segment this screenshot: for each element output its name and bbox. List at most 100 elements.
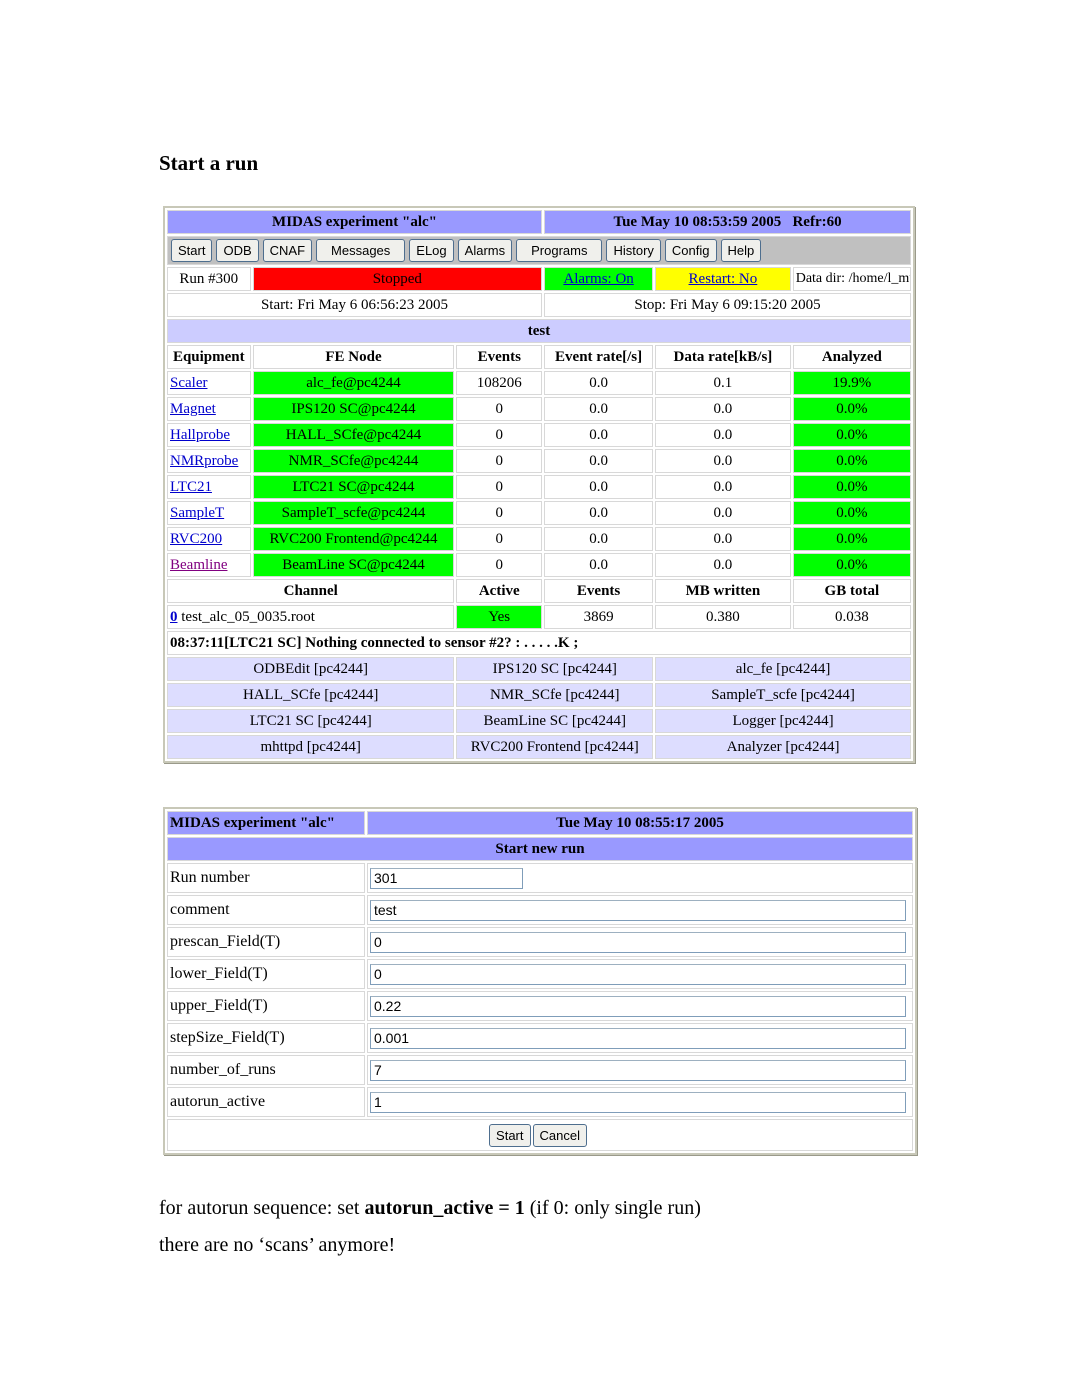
equipment-link[interactable]: Beamline bbox=[170, 557, 227, 573]
channel-cell: 0 test_alc_05_0035.root bbox=[167, 605, 455, 629]
start-subtitle: Start new run bbox=[167, 837, 913, 861]
run-number: Run #300 bbox=[167, 267, 251, 291]
clients-row: LTC21 SC [pc4244] BeamLine SC [pc4244] Log… bbox=[167, 709, 911, 733]
events: 0 bbox=[456, 475, 543, 499]
alarms-status[interactable]: Alarms: On bbox=[544, 267, 654, 291]
client-name: ODBEdit [pc4244] bbox=[167, 657, 455, 681]
analyzed: 0.0% bbox=[792, 501, 911, 525]
data-rate: 0.0 bbox=[655, 553, 791, 577]
client-name: BeamLine SC [pc4244] bbox=[456, 709, 654, 733]
column-header: Channel bbox=[167, 579, 455, 603]
lower-field-t-input[interactable] bbox=[370, 963, 906, 985]
upper-field-t-input[interactable] bbox=[370, 995, 906, 1017]
client-name: Logger [pc4244] bbox=[655, 709, 911, 733]
channel-header-row: Channel Active Events MB written GB tota… bbox=[167, 579, 911, 603]
data-dir: Data dir: /home/l_musr_alc/exp/alc/ bbox=[792, 267, 911, 291]
data-rate: 0.0 bbox=[655, 397, 791, 421]
equipment-link[interactable]: Hallprobe bbox=[170, 427, 230, 443]
events: 0 bbox=[456, 527, 543, 551]
column-header: Analyzed bbox=[792, 345, 911, 369]
note-line-1: for autorun sequence: set autorun_active… bbox=[159, 1197, 701, 1220]
channel-file: test_alc_05_0035.root bbox=[177, 608, 315, 625]
clients-row: mhttpd [pc4244] RVC200 Frontend [pc4244] A… bbox=[167, 735, 911, 759]
equipment-cell: Hallprobe bbox=[167, 423, 251, 447]
equipment-link[interactable]: Scaler bbox=[170, 375, 207, 391]
event-rate: 0.0 bbox=[544, 527, 654, 551]
restart-link[interactable]: Restart: No bbox=[689, 271, 758, 287]
elog-button[interactable]: ELog bbox=[409, 239, 454, 262]
start-experiment-title: MIDAS experiment "alc" bbox=[167, 811, 365, 835]
data-rate: 0.0 bbox=[655, 527, 791, 551]
messages-button[interactable]: Messages bbox=[316, 239, 406, 262]
odb-button[interactable]: ODB bbox=[216, 239, 259, 262]
column-header: Equipment bbox=[167, 345, 251, 369]
alarms-button[interactable]: Alarms bbox=[457, 239, 513, 262]
cancel-button[interactable]: Cancel bbox=[532, 1123, 587, 1147]
equipment-header-row: Equipment FE Node Events Event rate[/s] … bbox=[167, 345, 911, 369]
data-rate: 0.0 bbox=[655, 501, 791, 525]
equipment-link[interactable]: NMRprobe bbox=[170, 453, 238, 469]
form-row: Run number bbox=[167, 863, 913, 893]
midas-status-panel: MIDAS experiment "alc" Tue May 10 08:53:… bbox=[163, 206, 915, 763]
equipment-row: SampleT SampleT_scfe@pc4244 0 0.0 0.0 0.0% bbox=[167, 501, 911, 525]
equipment-link[interactable]: SampleT bbox=[170, 505, 224, 521]
data-rate: 0.0 bbox=[655, 475, 791, 499]
config-button[interactable]: Config bbox=[664, 239, 717, 262]
start-button[interactable]: Start bbox=[171, 239, 213, 262]
column-header: Event rate[/s] bbox=[544, 345, 654, 369]
equipment-cell: RVC200 bbox=[167, 527, 251, 551]
alarms-link[interactable]: Alarms: On bbox=[563, 271, 633, 287]
equipment-cell: Beamline bbox=[167, 553, 251, 577]
number-of-runs-input[interactable] bbox=[370, 1059, 906, 1081]
client-name: LTC21 SC [pc4244] bbox=[167, 709, 455, 733]
autorun-active-input[interactable] bbox=[370, 1091, 906, 1113]
last-message[interactable]: 08:37:11[LTC21 SC] Nothing connected to … bbox=[167, 631, 911, 655]
channel-link[interactable]: 0 bbox=[170, 609, 178, 625]
equipment-cell: NMRprobe bbox=[167, 449, 251, 473]
note-emphasis: autorun_active = 1 bbox=[364, 1197, 525, 1219]
event-rate: 0.0 bbox=[544, 553, 654, 577]
field-cell bbox=[367, 1023, 913, 1053]
history-button[interactable]: History bbox=[606, 239, 661, 262]
equipment-link[interactable]: LTC21 bbox=[170, 479, 212, 495]
equipment-row: Scaler alc_fe@pc4244 108206 0.0 0.1 19.9% bbox=[167, 371, 911, 395]
equipment-cell: LTC21 bbox=[167, 475, 251, 499]
data-rate: 0.0 bbox=[655, 423, 791, 447]
field-cell bbox=[367, 863, 913, 893]
analyzed: 0.0% bbox=[792, 527, 911, 551]
equipment-cell: Scaler bbox=[167, 371, 251, 395]
client-name: mhttpd [pc4244] bbox=[167, 735, 455, 759]
analyzed: 0.0% bbox=[792, 423, 911, 447]
run-stop-time: Stop: Fri May 6 09:15:20 2005 bbox=[544, 293, 911, 317]
form-row: comment bbox=[167, 895, 913, 925]
equipment-link[interactable]: Magnet bbox=[170, 401, 216, 417]
run-comment: test bbox=[167, 319, 911, 343]
prescan-field-t-input[interactable] bbox=[370, 931, 906, 953]
note-line-2: there are no ‘scans’ anymore! bbox=[159, 1234, 396, 1256]
start-run-button[interactable]: Start bbox=[489, 1123, 531, 1147]
programs-button[interactable]: Programs bbox=[516, 239, 603, 262]
note-text: for autorun sequence: set bbox=[159, 1197, 365, 1219]
event-rate: 0.0 bbox=[544, 397, 654, 421]
channel-mb-written: 0.380 bbox=[655, 605, 791, 629]
equipment-link[interactable]: RVC200 bbox=[170, 531, 222, 547]
start-run-panel: MIDAS experiment "alc" Tue May 10 08:55:… bbox=[163, 807, 917, 1155]
stepsize-field-t-input[interactable] bbox=[370, 1027, 906, 1049]
client-name: HALL_SCfe [pc4244] bbox=[167, 683, 455, 707]
column-header: GB total bbox=[792, 579, 911, 603]
analyzed: 19.9% bbox=[792, 371, 911, 395]
clients-row: HALL_SCfe [pc4244] NMR_SCfe [pc4244] Sampl… bbox=[167, 683, 911, 707]
event-rate: 0.0 bbox=[544, 449, 654, 473]
comment-input[interactable] bbox=[370, 899, 906, 921]
menu-button-bar: Start ODB CNAF Messages ELog Alarms Programs Hi… bbox=[167, 236, 911, 265]
restart-status[interactable]: Restart: No bbox=[655, 267, 791, 291]
field-label: upper_Field(T) bbox=[167, 991, 365, 1021]
help-button[interactable]: Help bbox=[720, 239, 762, 262]
channel-active: Yes bbox=[456, 605, 543, 629]
column-header: Events bbox=[456, 345, 543, 369]
run-start-time: Start: Fri May 6 06:56:23 2005 bbox=[167, 293, 543, 317]
run-number-input[interactable] bbox=[370, 867, 523, 889]
form-row: lower_Field(T) bbox=[167, 959, 913, 989]
event-rate: 0.0 bbox=[544, 423, 654, 447]
cnaf-button[interactable]: CNAF bbox=[262, 239, 313, 262]
